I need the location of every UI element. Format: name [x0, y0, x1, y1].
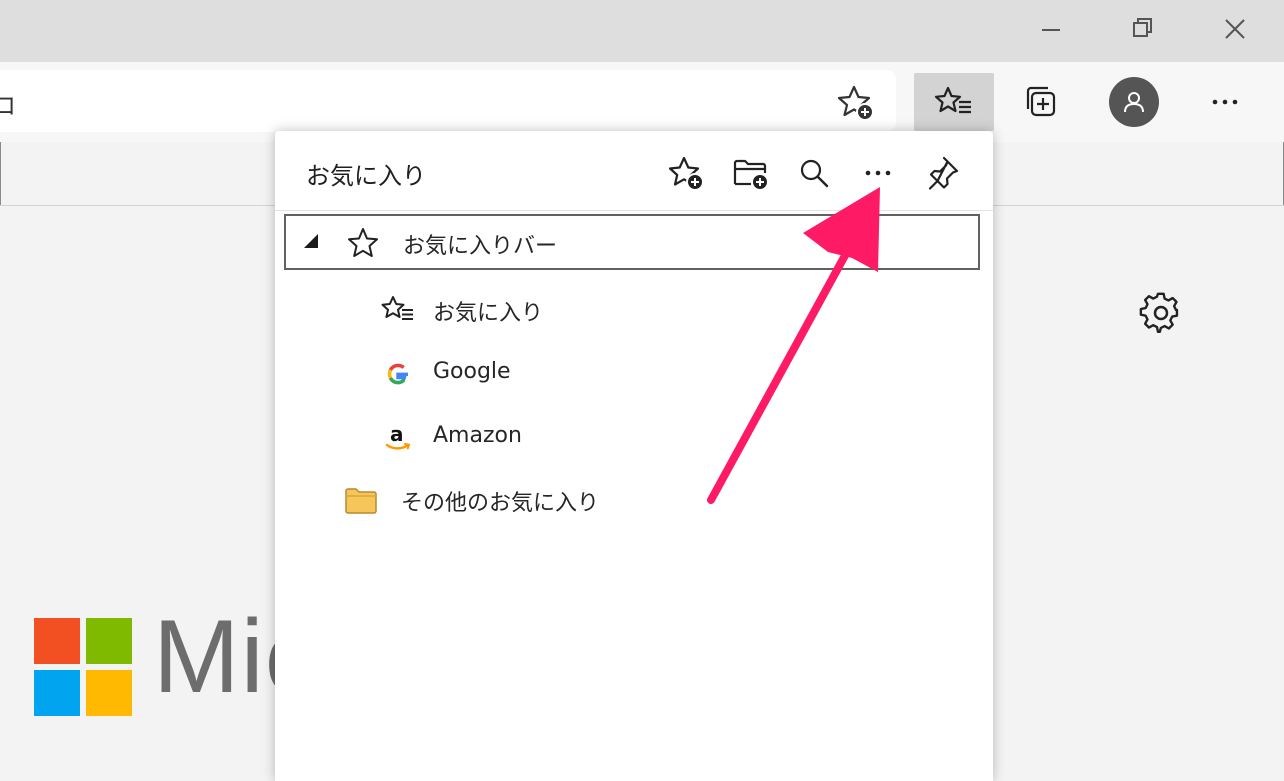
favorites-bar-folder[interactable]: お気に入りバー	[284, 214, 980, 270]
favorites-list-icon	[381, 296, 413, 320]
favorites-list-icon	[934, 86, 971, 114]
favorites-bar-label: お気に入りバー	[403, 234, 558, 259]
pin-favorites-button[interactable]	[922, 153, 962, 193]
microsoft-logo	[34, 618, 132, 716]
other-favorites-folder[interactable]: その他のお気に入り	[343, 481, 903, 521]
google-icon	[387, 363, 408, 385]
minimize-icon	[1042, 29, 1060, 31]
settings-and-more-button[interactable]	[1196, 73, 1254, 131]
folder-icon	[345, 488, 377, 514]
favorite-item-google[interactable]: Google	[381, 355, 941, 395]
collections-button[interactable]	[1012, 73, 1070, 131]
address-text: ロ	[0, 92, 16, 120]
collections-icon	[1026, 86, 1056, 117]
close-icon	[1225, 19, 1245, 39]
more-horizontal-icon	[1212, 99, 1238, 105]
more-options-button[interactable]	[858, 153, 898, 193]
add-folder-button[interactable]	[731, 153, 771, 193]
favorites-button[interactable]	[914, 73, 994, 131]
restore-icon	[1133, 18, 1152, 37]
gear-icon	[1139, 292, 1179, 333]
avatar	[1109, 77, 1159, 127]
minimize-button[interactable]	[1028, 6, 1074, 52]
add-this-page-to-favorites-button[interactable]	[667, 153, 707, 193]
address-bar[interactable]: ロ	[0, 70, 896, 132]
profile-button[interactable]	[1105, 73, 1163, 131]
pin-icon	[928, 156, 959, 190]
other-favorites-label: その他のお気に入り	[401, 491, 600, 516]
restore-button[interactable]	[1120, 6, 1166, 52]
star-add-icon	[837, 85, 874, 121]
page-settings-button[interactable]	[1138, 290, 1184, 336]
expand-collapse-triangle-icon[interactable]	[304, 234, 318, 248]
star-add-icon	[668, 156, 704, 191]
more-horizontal-icon	[865, 170, 891, 176]
title-bar	[0, 0, 1284, 62]
favorite-item-favorites[interactable]: お気に入り	[381, 291, 941, 331]
folder-add-icon	[733, 159, 769, 191]
favorites-panel: お気に入り お気に入りバー お気に入り Google a Amazon その他の…	[275, 131, 993, 781]
favorite-item-label: Amazon	[433, 423, 522, 448]
person-icon	[1124, 92, 1144, 113]
search-icon	[800, 159, 829, 188]
panel-title: お気に入り	[306, 162, 426, 190]
star-icon	[348, 228, 378, 257]
search-favorites-button[interactable]	[794, 153, 834, 193]
favorite-item-label: Google	[433, 359, 511, 384]
close-button[interactable]	[1212, 6, 1258, 52]
panel-header-divider	[275, 210, 993, 211]
favorite-item-amazon[interactable]: a Amazon	[381, 419, 941, 459]
amazon-icon: a	[385, 422, 411, 450]
svg-text:a: a	[390, 422, 404, 446]
add-to-favorites-button[interactable]	[836, 82, 878, 124]
favorite-item-label: お気に入り	[433, 301, 544, 326]
microsoft-windows-logo-icon	[34, 618, 132, 716]
